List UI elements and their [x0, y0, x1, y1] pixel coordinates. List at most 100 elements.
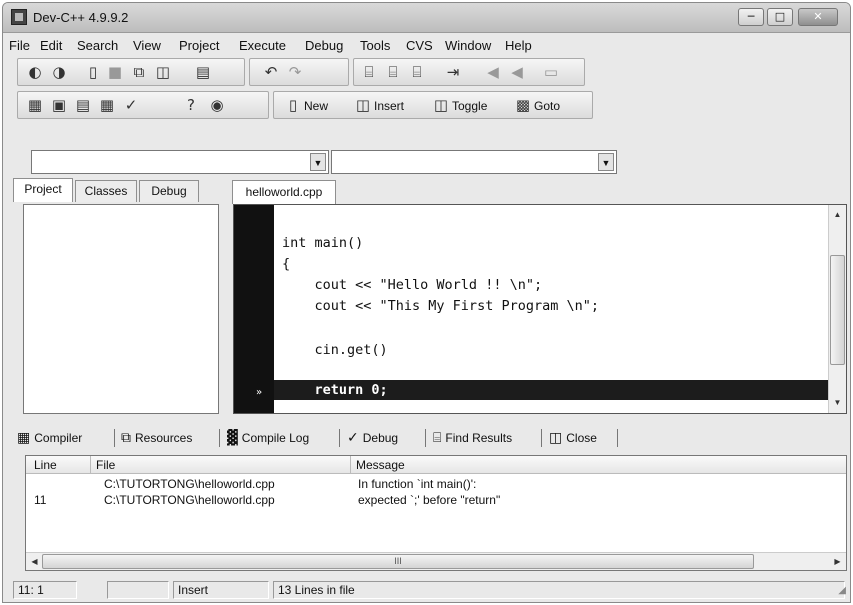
- tab-debug-output[interactable]: ✓ Debug: [347, 426, 398, 450]
- goto-line-icon[interactable]: ⇥: [444, 63, 462, 81]
- tab-resources[interactable]: ⧉ Resources: [121, 426, 192, 450]
- toggle-button[interactable]: ◫ Toggle: [428, 92, 504, 118]
- check-syntax-icon[interactable]: ✓: [122, 96, 140, 114]
- scroll-down-icon[interactable]: ▼: [829, 395, 846, 411]
- tab-compiler-label: Compiler: [34, 431, 83, 445]
- secondary-toolbar: ▦ ▣ ▤ ▦ ✓ ? ◉ ▯ New ◫ Insert ◫ Toggle ▩ …: [17, 91, 617, 121]
- tab-debug[interactable]: Debug: [139, 180, 199, 202]
- goto-button[interactable]: ▩ Goto: [510, 92, 580, 118]
- find-next-icon[interactable]: ⌸: [408, 63, 426, 81]
- about-icon[interactable]: ◉: [208, 96, 226, 114]
- results-horizontal-scrollbar[interactable]: ◀ III ▶: [26, 552, 846, 570]
- editor-gutter[interactable]: »: [234, 205, 274, 413]
- scroll-right-icon[interactable]: ▶: [829, 554, 846, 570]
- tab-compiler[interactable]: ▦ Compiler: [17, 426, 82, 450]
- class-browser-icon[interactable]: ▤: [74, 96, 92, 114]
- row-message: expected `;' before "return": [358, 493, 501, 507]
- search-toolbar: ⌸ ⌸ ⌸ ⇥ ◀ ◀ ▭: [353, 58, 585, 86]
- header-line[interactable]: Line: [34, 458, 57, 472]
- menu-execute[interactable]: Execute: [239, 38, 286, 53]
- open-project-icon[interactable]: ◐: [26, 63, 44, 81]
- menu-project[interactable]: Project: [179, 38, 219, 53]
- tab-find-results[interactable]: ⌸ Find Results: [433, 426, 512, 450]
- main-toolbar: ◐ ◑ ▯ ■ ⧉ ◫ ▤ ↶ ↷ ⌸ ⌸ ⌸ ⇥ ◀ ◀ ▭: [17, 58, 617, 88]
- table-row[interactable]: C:\TUTORTONG\helloworld.cpp In function …: [26, 476, 846, 492]
- maximize-button[interactable]: □: [767, 8, 793, 26]
- project-options-icon[interactable]: ▣: [50, 96, 68, 114]
- menu-view[interactable]: View: [133, 38, 161, 53]
- menu-cvs[interactable]: CVS: [406, 38, 433, 53]
- run-icon[interactable]: ◀: [508, 63, 526, 81]
- class-combo[interactable]: ▼: [31, 150, 329, 174]
- project-tree[interactable]: [23, 204, 219, 414]
- app-window: Dev-C++ 4.9.9.2 ─ □ ✕ File Edit Search V…: [2, 2, 851, 603]
- new-icon: ▯: [288, 96, 298, 114]
- print-icon[interactable]: ▤: [194, 63, 212, 81]
- code-area[interactable]: int main() { cout << "Hello World !! \n"…: [274, 205, 830, 413]
- member-combo[interactable]: ▼: [331, 150, 617, 174]
- code-line: {: [282, 256, 291, 272]
- editor-vertical-scrollbar[interactable]: ▲ ▼: [828, 205, 846, 413]
- tab-helloworld-cpp[interactable]: helloworld.cpp: [232, 180, 336, 204]
- tab-close[interactable]: ◫ Close: [549, 426, 597, 450]
- menu-debug[interactable]: Debug: [305, 38, 343, 53]
- app-icon: [11, 9, 27, 25]
- chevron-down-icon[interactable]: ▼: [310, 153, 326, 171]
- open-file-icon[interactable]: ◑: [50, 63, 68, 81]
- help-icon[interactable]: ?: [182, 96, 200, 114]
- compile-run-icon[interactable]: ▦: [26, 96, 44, 114]
- compile-log-icon: ▓: [227, 430, 238, 446]
- close-file-icon[interactable]: ◫: [154, 63, 172, 81]
- tab-debug-label: Debug: [362, 431, 399, 445]
- tab-compile-log[interactable]: ▓ Compile Log: [227, 426, 309, 450]
- status-mode: Insert: [173, 581, 269, 599]
- column-separator[interactable]: [350, 456, 351, 474]
- scroll-thumb[interactable]: [830, 255, 845, 365]
- scroll-left-icon[interactable]: ◀: [26, 554, 43, 570]
- header-file[interactable]: File: [96, 458, 115, 472]
- scroll-thumb[interactable]: III: [42, 554, 754, 569]
- resize-grip-icon[interactable]: ◢: [838, 585, 846, 596]
- tab-project[interactable]: Project: [13, 178, 73, 202]
- compiler-results-table[interactable]: Line File Message C:\TUTORTONG\helloworl…: [25, 455, 847, 571]
- header-message[interactable]: Message: [356, 458, 405, 472]
- code-editor[interactable]: » int main() { cout << "Hello World !! \…: [233, 204, 847, 414]
- error-marker-icon: »: [256, 387, 263, 398]
- save-icon[interactable]: ■: [106, 63, 124, 81]
- insert-button[interactable]: ◫ Insert: [350, 92, 422, 118]
- tab-separator: [114, 429, 115, 447]
- menu-help[interactable]: Help: [505, 38, 532, 53]
- table-row[interactable]: 11 C:\TUTORTONG\helloworld.cpp expected …: [26, 492, 846, 508]
- menu-search[interactable]: Search: [77, 38, 118, 53]
- menu-tools[interactable]: Tools: [360, 38, 390, 53]
- compile-icon[interactable]: ◀: [484, 63, 502, 81]
- rebuild-all-icon[interactable]: ▦: [98, 96, 116, 114]
- tab-separator: [219, 429, 220, 447]
- menu-file[interactable]: File: [9, 38, 30, 53]
- undo-icon[interactable]: ↶: [262, 63, 280, 81]
- minimize-button[interactable]: ─: [738, 8, 764, 26]
- save-all-icon[interactable]: ⧉: [130, 63, 148, 81]
- row-message: In function `int main()':: [358, 477, 477, 491]
- title-bar: Dev-C++ 4.9.9.2 ─ □ ✕: [3, 3, 850, 33]
- close-button[interactable]: ✕: [798, 8, 838, 26]
- window-title: Dev-C++ 4.9.9.2: [33, 10, 129, 25]
- redo-icon[interactable]: ↷: [286, 63, 304, 81]
- new-file-icon[interactable]: ▯: [84, 63, 102, 81]
- tab-classes[interactable]: Classes: [75, 180, 137, 202]
- new-button[interactable]: ▯ New: [280, 92, 340, 118]
- menu-window[interactable]: Window: [445, 38, 491, 53]
- find-icon[interactable]: ⌸: [360, 63, 378, 81]
- rebuild-icon[interactable]: ▭: [542, 63, 560, 81]
- replace-icon[interactable]: ⌸: [384, 63, 402, 81]
- compile-toolbar: ▦ ▣ ▤ ▦ ✓ ? ◉: [17, 91, 269, 119]
- code-line: int main(): [282, 235, 364, 251]
- column-separator[interactable]: [90, 456, 91, 474]
- tab-separator: [541, 429, 542, 447]
- chevron-down-icon[interactable]: ▼: [598, 153, 614, 171]
- tab-close-label: Close: [566, 431, 597, 445]
- tab-compile-log-label: Compile Log: [241, 431, 310, 445]
- scroll-up-icon[interactable]: ▲: [829, 207, 846, 223]
- menu-edit[interactable]: Edit: [40, 38, 62, 53]
- close-icon: ◫: [549, 430, 563, 446]
